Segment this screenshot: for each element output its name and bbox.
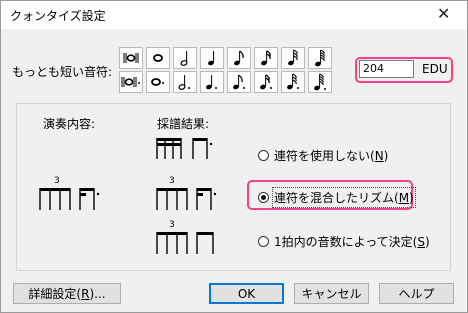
- dotted-eighth-note-button[interactable]: [227, 71, 251, 93]
- edu-unit-label: EDU: [422, 62, 448, 76]
- tuplet-number: 3: [54, 176, 60, 186]
- sixty-fourth-note-icon: [315, 49, 325, 67]
- dotted-quarter-note-button[interactable]: [200, 71, 224, 93]
- window-title: クォンタイズ設定: [10, 9, 106, 23]
- edu-input[interactable]: 204: [359, 60, 414, 78]
- radio-mixed-rhythm[interactable]: 連符を混合したリズム(M): [258, 187, 416, 208]
- radio-by-beat-count-label: 1拍内の音数によって決定(S): [274, 235, 430, 249]
- ok-button[interactable]: OK: [209, 283, 284, 304]
- dotted-double-whole-note-button[interactable]: [119, 71, 143, 93]
- dotted-whole-note-button[interactable]: [146, 71, 170, 93]
- dotted-half-note-icon: [178, 75, 190, 90]
- notation-result-no-tuplet: [155, 135, 215, 165]
- quarter-note-icon: [208, 51, 215, 66]
- notation-result-label: 採譜結果:: [157, 117, 210, 131]
- sixteenth-note-button[interactable]: [254, 47, 278, 69]
- radio-no-tuplet[interactable]: 連符を使用しない(N): [258, 147, 388, 164]
- half-note-button[interactable]: [173, 47, 197, 69]
- shortest-note-label: もっとも短い音符:: [12, 65, 113, 79]
- eighth-note-button[interactable]: [227, 47, 251, 69]
- sixty-fourth-note-button[interactable]: [308, 47, 332, 69]
- help-button[interactable]: ヘルプ: [379, 283, 454, 304]
- dotted-whole-note-icon: [151, 78, 164, 86]
- double-whole-note-button[interactable]: [119, 47, 143, 69]
- dotted-eighth-note-icon: [233, 74, 245, 90]
- tuplet-number: 3: [169, 176, 175, 186]
- dotted-quarter-note-icon: [206, 75, 217, 90]
- dotted-sixty-fourth-note-icon: [314, 73, 326, 91]
- dotted-double-whole-note-icon: [121, 77, 140, 87]
- dotted-sixteenth-note-icon: [260, 74, 272, 90]
- whole-note-icon: [153, 54, 163, 62]
- radio-by-beat-count[interactable]: 1拍内の音数によって決定(S): [258, 233, 430, 250]
- quarter-note-button[interactable]: [200, 47, 224, 69]
- thirty-second-note-button[interactable]: [281, 47, 305, 69]
- radio-no-tuplet-label: 連符を使用しない(N): [274, 149, 389, 163]
- dotted-thirty-second-note-button[interactable]: [281, 71, 305, 93]
- radio-circle: [258, 236, 269, 247]
- dotted-sixty-fourth-note-button[interactable]: [308, 71, 332, 93]
- sixteenth-note-icon: [261, 50, 271, 66]
- double-whole-note-icon: [123, 53, 139, 63]
- dotted-sixteenth-note-button[interactable]: [254, 71, 278, 93]
- dotted-thirty-second-note-icon: [287, 73, 299, 90]
- notation-result-by-beat: 3: [155, 220, 219, 258]
- notation-performance: 3: [38, 176, 102, 214]
- whole-note-button[interactable]: [146, 47, 170, 69]
- tuplet-number: 3: [169, 220, 175, 230]
- radio-mixed-rhythm-label: 連符を混合したリズム(M): [272, 187, 416, 208]
- dotted-half-note-button[interactable]: [173, 71, 197, 93]
- performance-label: 演奏内容:: [43, 117, 96, 131]
- notation-result-mixed: 3: [155, 176, 219, 214]
- cancel-button[interactable]: キャンセル: [294, 283, 369, 304]
- half-note-icon: [180, 51, 188, 66]
- close-icon[interactable]: ✕: [437, 5, 450, 23]
- thirty-second-note-icon: [288, 49, 298, 66]
- title-bar: クォンタイズ設定 ✕: [1, 1, 467, 29]
- radio-circle-selected: [258, 192, 269, 203]
- eighth-note-icon: [234, 50, 244, 66]
- radio-circle: [258, 150, 269, 161]
- advanced-settings-button[interactable]: 詳細設定(R)...: [13, 283, 121, 304]
